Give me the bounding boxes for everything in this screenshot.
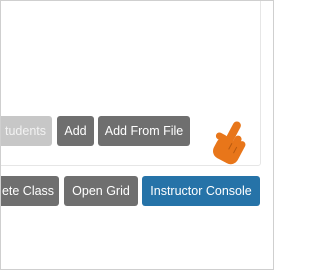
add-button[interactable]: Add [57, 116, 94, 146]
add-from-file-button[interactable]: Add From File [98, 116, 190, 146]
instructor-console-button-label: Instructor Console [150, 184, 252, 198]
add-from-file-button-label: Add From File [104, 124, 184, 138]
instructor-console-button[interactable]: Instructor Console [142, 176, 260, 206]
app-frame: tudents Add Add From File ete Class Open… [0, 0, 274, 270]
students-button-label: tudents [4, 124, 46, 138]
open-grid-button[interactable]: Open Grid [64, 176, 138, 206]
delete-class-button-label: ete Class [1, 184, 55, 198]
add-button-label: Add [64, 124, 87, 138]
students-button[interactable]: tudents [1, 116, 52, 146]
hand-pointer-icon [213, 121, 246, 165]
delete-class-button[interactable]: ete Class [1, 176, 59, 206]
open-grid-button-label: Open Grid [72, 184, 130, 198]
